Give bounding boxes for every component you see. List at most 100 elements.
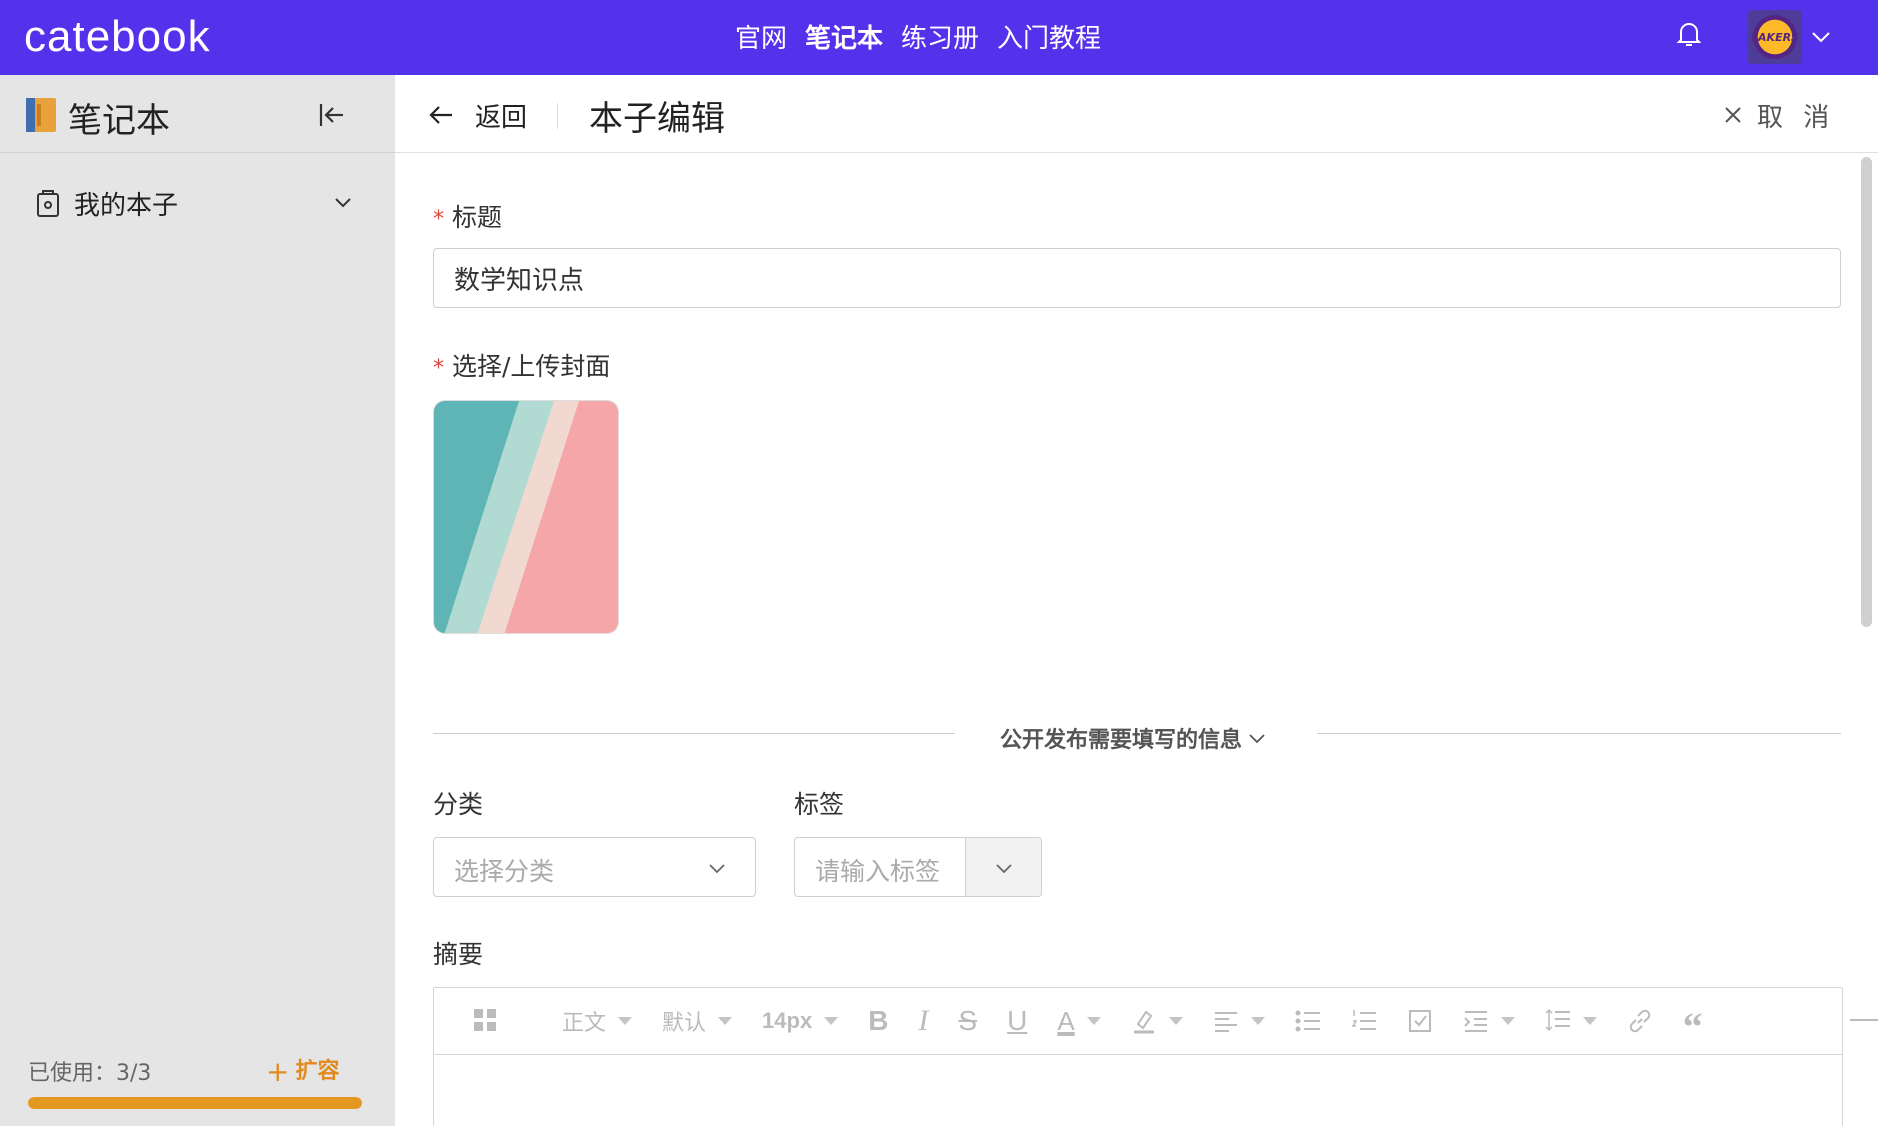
indent-button[interactable] [1463,1001,1515,1041]
checkbox-icon [1408,1010,1431,1032]
cover-image[interactable] [433,400,619,634]
sidebar-title: 笔记本 [68,101,170,141]
font-color-button[interactable]: A [1057,1001,1101,1041]
sidebar-item-label: 我的本子 [74,191,179,221]
line-height-icon [1545,1008,1570,1032]
usage-text: 已使用：3/3 [28,1061,152,1086]
font-size-label: 14px [762,1008,813,1033]
bullet-list-icon [1295,1010,1320,1032]
top-bar: catebook 官网 笔记本 练习册 入门教程 LAKERS [0,0,1878,75]
caret-down-icon [1582,1017,1597,1025]
chevron-down-icon [1249,734,1265,744]
sidebar-header: 笔记本 [0,75,395,153]
heading-select[interactable]: 正文 [562,1001,633,1041]
cancel-button[interactable]: 取 消 [1723,95,1835,135]
chevron-down-icon[interactable] [332,191,354,213]
close-icon [1725,107,1741,123]
summary-editor-body[interactable] [434,1055,1842,1126]
underline-button[interactable]: U [1007,1001,1027,1041]
tag-input[interactable]: 请输入标签 [815,852,940,888]
horizontal-rule-button[interactable] [1850,1019,1878,1021]
summary-editor: 正文 默认 14px B I S U A “ [433,987,1843,1126]
notebook-icon [26,98,56,132]
title-label-text: 标题 [452,203,503,232]
ordered-list-icon [1351,1010,1376,1030]
caret-down-icon [718,1017,733,1025]
align-left-icon [1214,1012,1237,1032]
bullet-list-button[interactable] [1295,1001,1321,1041]
expand-label: 扩容 [295,1059,340,1084]
link-icon [1629,1009,1650,1033]
caret-down-icon [1086,1017,1101,1025]
expand-button[interactable]: + 扩容 [266,1053,339,1088]
summary-label: 摘要 [433,940,484,969]
divider-left [433,733,955,734]
font-color-icon: A [1057,1005,1075,1036]
tag-dropdown-button[interactable] [965,838,1041,896]
ordered-list-button[interactable] [1351,1001,1377,1041]
tag-input-group: 请输入标签 [794,837,1042,897]
italic-button[interactable]: I [918,1001,928,1041]
cancel-label: 取 消 [1757,102,1836,133]
nav-official-site[interactable]: 官网 [735,18,787,55]
caret-down-icon [1250,1017,1265,1025]
top-nav: 官网 笔记本 练习册 入门教程 [735,18,1101,55]
avatar[interactable]: LAKERS [1748,10,1802,64]
divider-right [1317,733,1841,734]
font-select-label: 默认 [662,1011,707,1036]
caret-down-icon [1500,1017,1515,1025]
link-button[interactable] [1627,1001,1653,1041]
caret-down-icon [618,1017,633,1025]
blocks-button[interactable] [472,1001,498,1041]
public-info-toggle[interactable]: 公开发布需要填写的信息 [1000,722,1268,754]
highlight-button[interactable] [1131,1001,1183,1041]
font-select[interactable]: 默认 [662,1001,733,1041]
usage-progress-fill [28,1097,362,1109]
tag-label: 标签 [794,790,845,819]
strikethrough-button[interactable]: S [958,1001,977,1041]
title-field-label: * 标题 [433,198,502,234]
nav-notebook[interactable]: 笔记本 [805,18,883,55]
header-divider [557,103,558,129]
back-arrow-icon[interactable] [427,103,455,127]
required-asterisk: * [433,356,444,381]
scrollbar[interactable] [1861,157,1872,627]
back-button[interactable]: 返回 [475,97,527,134]
notebook-outline-icon [37,190,59,217]
checklist-button[interactable] [1407,1001,1433,1041]
caret-down-icon [1168,1017,1183,1025]
line-height-button[interactable] [1545,1001,1597,1041]
avatar-logo: LAKERS [1751,15,1799,59]
category-select[interactable]: 选择分类 [433,837,756,897]
nav-workbook[interactable]: 练习册 [901,18,979,55]
public-info-label: 公开发布需要填写的信息 [1000,728,1243,753]
usage-progress-bar [28,1097,362,1109]
caret-down-icon [824,1017,839,1025]
title-input[interactable] [433,248,1841,308]
heading-select-label: 正文 [562,1011,607,1036]
chevron-down-icon [996,864,1012,874]
plus-icon: + [266,1055,290,1088]
category-placeholder: 选择分类 [454,857,555,886]
editor-toolbar: 正文 默认 14px B I S U A “ [434,988,1842,1055]
indent-icon [1463,1011,1487,1032]
cover-pattern [434,401,618,633]
nav-tutorial[interactable]: 入门教程 [997,18,1101,55]
editor-header: 返回 本子编辑 取 消 [395,75,1878,153]
sidebar: 笔记本 我的本子 已使用：3/3 + 扩容 [0,75,395,1126]
app-logo[interactable]: catebook [24,12,211,62]
sidebar-item-my-notebooks[interactable]: 我的本子 [36,183,366,223]
chevron-down-icon[interactable] [1810,26,1832,48]
align-button[interactable] [1213,1001,1265,1041]
bold-button[interactable]: B [868,1001,888,1041]
font-size-select[interactable]: 14px [762,1001,839,1041]
main-panel: 返回 本子编辑 取 消 *标题 *选择/上传封面 公开发布需要填写的信息 分类 … [395,75,1878,1126]
bell-icon[interactable] [1674,18,1704,50]
quote-button[interactable]: “ [1683,1007,1703,1047]
cover-field-label: * 选择/上传封面 [433,347,610,383]
category-label: 分类 [433,790,484,819]
collapse-sidebar-icon[interactable] [316,99,348,131]
cover-label-text: 选择/上传封面 [452,352,611,381]
page-title: 本子编辑 [589,99,725,139]
grid-icon [474,1009,496,1031]
